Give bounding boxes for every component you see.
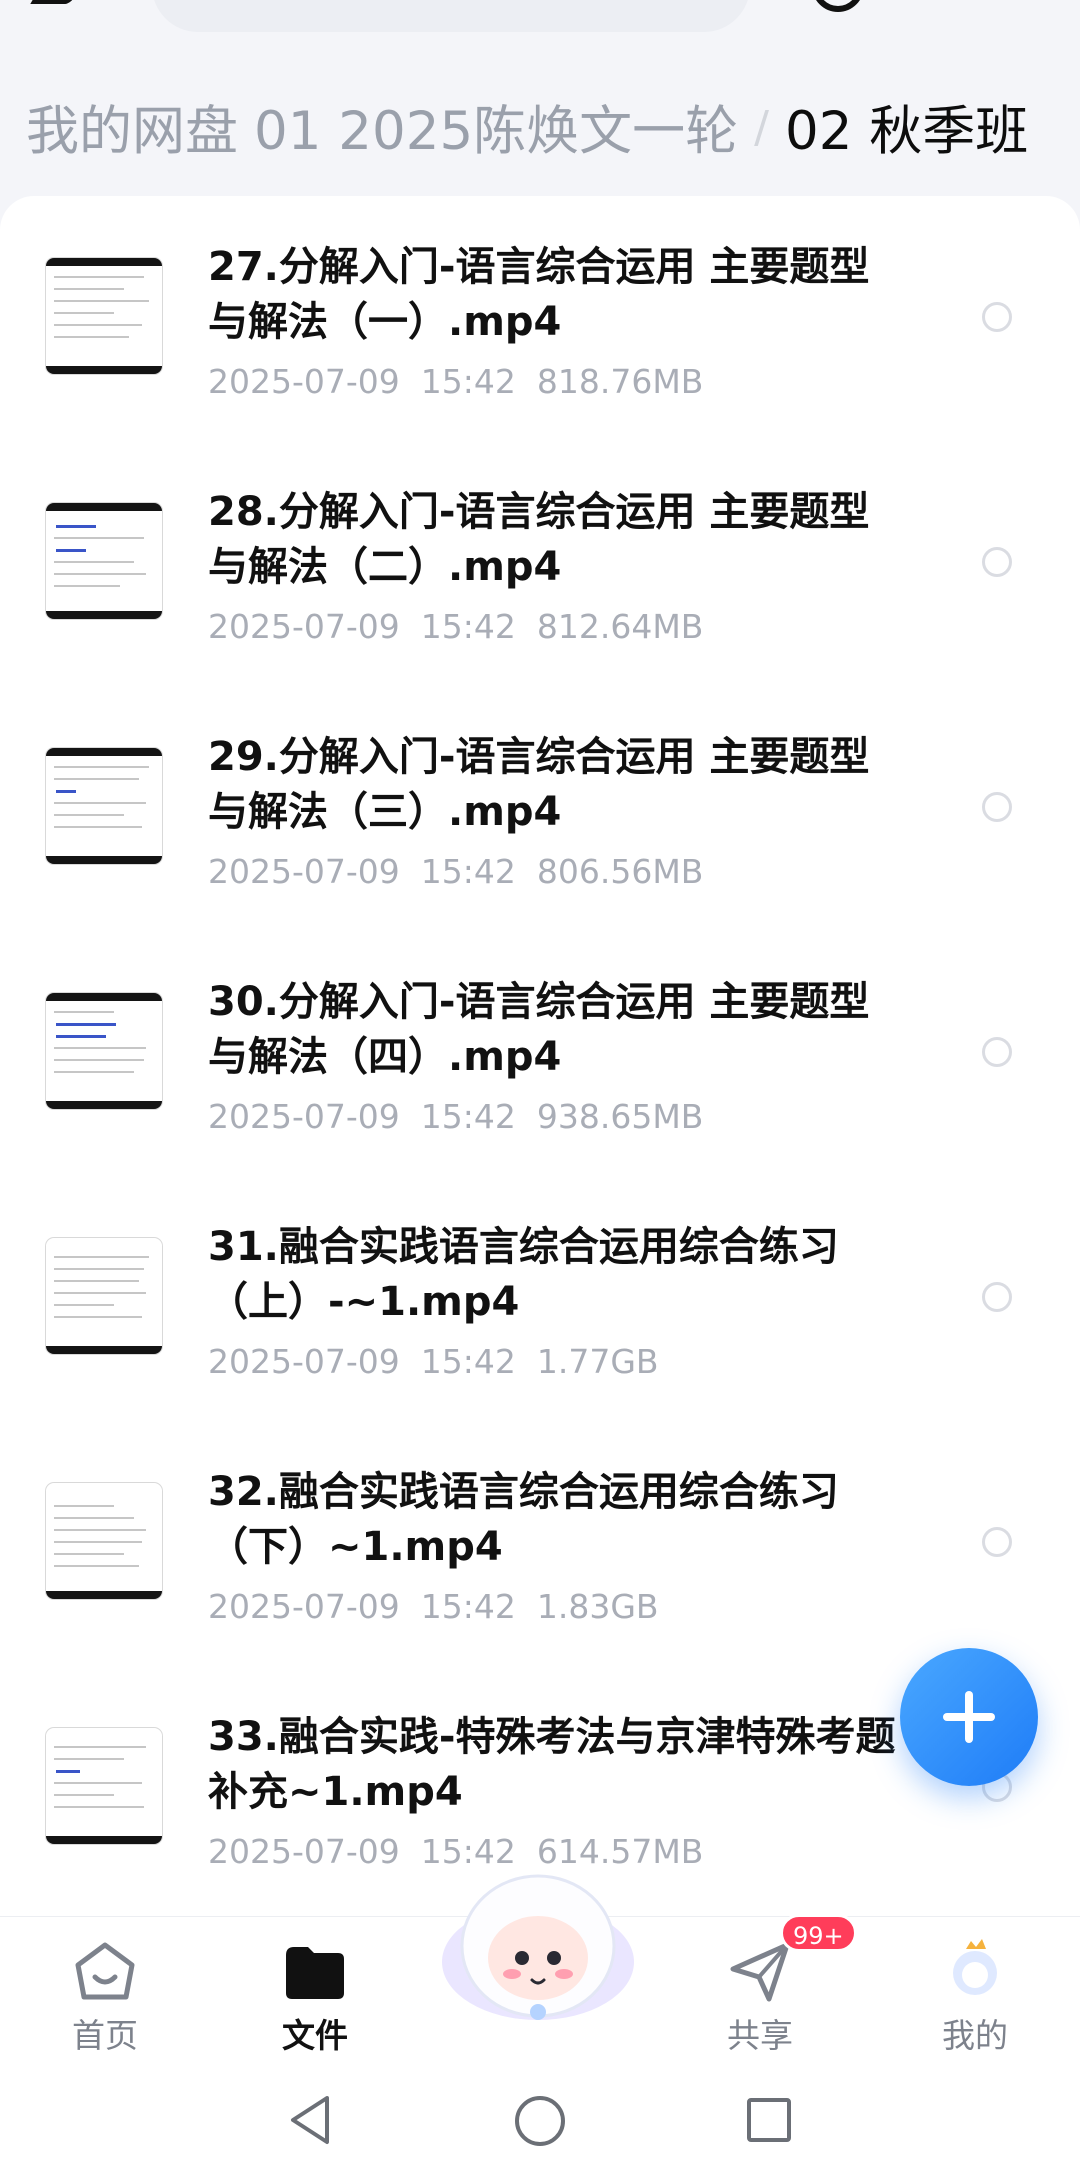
file-time: 15:42 (420, 362, 516, 401)
tab-label: 文件 (282, 2016, 348, 2055)
file-size: 938.65MB (536, 1097, 704, 1136)
tab-home[interactable]: 首页 (0, 1917, 210, 2067)
tab-label: 共享 (727, 2016, 793, 2055)
file-time: 15:42 (420, 852, 516, 891)
video-thumbnail (46, 1728, 162, 1844)
search-bar[interactable] (152, 0, 750, 32)
breadcrumb-folder[interactable]: 01 2025陈焕文一轮 (254, 89, 738, 165)
file-name: 33.融合实践-特殊考法与京津特殊考题补充~1.mp4 (208, 1714, 896, 1815)
tab-label: 首页 (72, 2016, 138, 2055)
file-date: 2025-07-09 (208, 607, 400, 646)
list-item[interactable]: 27.分解入门-语言综合运用 主要题型与解法（一）.mp4 2025-07-09… (0, 240, 1080, 485)
video-thumbnail (46, 258, 162, 374)
notification-badge: 99+ (780, 1914, 857, 1952)
file-date: 2025-07-09 (208, 1097, 400, 1136)
add-button[interactable] (900, 1648, 1038, 1786)
nav-recents-icon[interactable] (747, 2098, 791, 2142)
list-item[interactable]: 29.分解入门-语言综合运用 主要题型与解法（三）.mp4 2025-07-09… (0, 730, 1080, 975)
file-date: 2025-07-09 (208, 1587, 400, 1626)
breadcrumb: 我的网盘 01 2025陈焕文一轮 / 02 秋季班 (26, 92, 1066, 162)
video-thumbnail (46, 503, 162, 619)
nav-back-icon[interactable] (287, 2094, 333, 2146)
file-meta: 2025-07-09 15:42 938.65MB (208, 1097, 908, 1136)
file-meta: 2025-07-09 15:42 1.77GB (208, 1342, 908, 1381)
file-meta: 2025-07-09 15:42 818.76MB (208, 362, 908, 401)
file-time: 15:42 (420, 1097, 516, 1136)
breadcrumb-root[interactable]: 我的网盘 (26, 89, 238, 165)
assistant-mascot-icon[interactable] (432, 1862, 644, 2028)
nav-home-icon[interactable] (515, 2096, 565, 2146)
profile-icon (953, 1939, 997, 1995)
list-item[interactable]: 30.分解入门-语言综合运用 主要题型与解法（四）.mp4 2025-07-09… (0, 975, 1080, 1220)
file-name: 32.融合实践语言综合运用综合练习（下）~1.mp4 (208, 1469, 839, 1570)
video-thumbnail (46, 748, 162, 864)
video-thumbnail (46, 1483, 162, 1599)
top-bar (0, 0, 1080, 60)
list-item[interactable]: 28.分解入门-语言综合运用 主要题型与解法（二）.mp4 2025-07-09… (0, 485, 1080, 730)
folder-icon (286, 1947, 344, 1999)
share-icon (730, 1942, 790, 2002)
file-time: 15:42 (420, 1587, 516, 1626)
back-icon[interactable] (30, 0, 90, 4)
video-thumbnail (46, 1238, 162, 1354)
plus-icon (943, 1691, 995, 1743)
tab-label: 我的 (942, 2016, 1008, 2055)
file-date: 2025-07-09 (208, 362, 400, 401)
breadcrumb-separator: / (754, 101, 769, 153)
tab-mine[interactable]: 我的 (870, 1917, 1080, 2067)
select-checkbox[interactable] (982, 1282, 1012, 1312)
file-time: 15:42 (420, 1342, 516, 1381)
file-name: 29.分解入门-语言综合运用 主要题型与解法（三）.mp4 (208, 734, 870, 835)
file-name: 30.分解入门-语言综合运用 主要题型与解法（四）.mp4 (208, 979, 870, 1080)
file-name: 27.分解入门-语言综合运用 主要题型与解法（一）.mp4 (208, 244, 870, 345)
file-date: 2025-07-09 (208, 1342, 400, 1381)
select-checkbox[interactable] (982, 1037, 1012, 1067)
file-size: 1.77GB (536, 1342, 659, 1381)
file-name: 31.融合实践语言综合运用综合练习（上）-~1.mp4 (208, 1224, 839, 1325)
file-time: 15:42 (420, 607, 516, 646)
user-icon[interactable] (812, 0, 864, 12)
file-meta: 2025-07-09 15:42 1.83GB (208, 1587, 908, 1626)
select-checkbox[interactable] (982, 792, 1012, 822)
system-nav-bar (0, 2066, 1080, 2178)
file-meta: 2025-07-09 15:42 806.56MB (208, 852, 908, 891)
select-checkbox[interactable] (982, 1527, 1012, 1557)
file-date: 2025-07-09 (208, 1832, 400, 1871)
file-size: 818.76MB (536, 362, 704, 401)
tab-files[interactable]: 文件 (210, 1917, 420, 2067)
file-size: 806.56MB (536, 852, 704, 891)
breadcrumb-current: 02 秋季班 (785, 101, 1029, 162)
select-checkbox[interactable] (982, 547, 1012, 577)
file-name: 28.分解入门-语言综合运用 主要题型与解法（二）.mp4 (208, 489, 870, 590)
file-size: 812.64MB (536, 607, 704, 646)
file-list: 27.分解入门-语言综合运用 主要题型与解法（一）.mp4 2025-07-09… (0, 196, 1080, 1916)
file-size: 1.83GB (536, 1587, 659, 1626)
file-meta: 2025-07-09 15:42 812.64MB (208, 607, 908, 646)
video-thumbnail (46, 993, 162, 1109)
select-checkbox[interactable] (982, 302, 1012, 332)
home-icon (75, 1942, 135, 2000)
list-item[interactable]: 31.融合实践语言综合运用综合练习（上）-~1.mp4 2025-07-09 1… (0, 1220, 1080, 1465)
file-date: 2025-07-09 (208, 852, 400, 891)
